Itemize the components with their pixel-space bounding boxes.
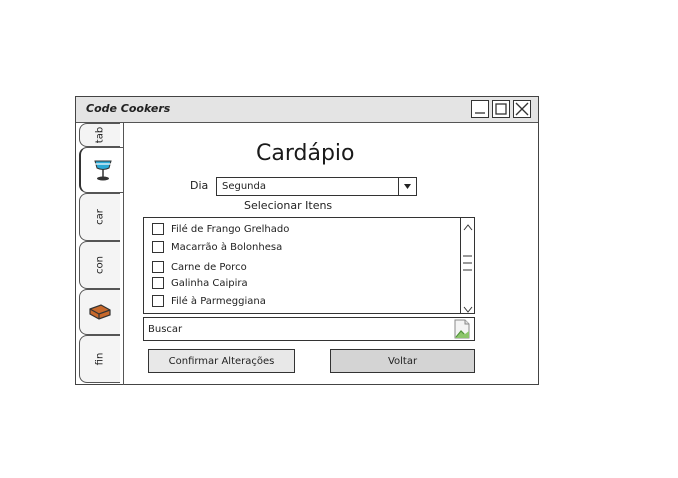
tab-label-car: car [94,209,106,225]
maximize-icon [495,103,507,115]
items-list: Filé de Frango Grelhado Macarrão à Bolon… [143,217,475,314]
tab-car[interactable]: car [79,193,120,241]
item-checkbox[interactable] [152,223,164,235]
chevron-down-icon [404,184,411,189]
day-select-value: Segunda [222,181,266,192]
tab-brick[interactable] [79,289,120,335]
page-title: Cardápio [256,141,355,166]
list-item[interactable]: Macarrão à Bolonhesa [152,240,282,254]
item-checkbox[interactable] [152,277,164,289]
list-item-label: Filé à Parmeggiana [171,295,266,307]
tab-label-fin: fin [94,352,106,366]
close-button[interactable] [513,100,531,118]
list-item-label: Carne de Porco [171,261,247,273]
search-box [143,317,475,341]
chevron-down-icon [463,306,473,313]
list-item-label: Macarrão à Bolonhesa [171,241,283,253]
day-select[interactable]: Segunda [216,177,417,196]
tab-tab[interactable]: tab [79,123,120,147]
title-bar: Code Cookers [76,97,538,123]
day-label: Dia [190,179,209,192]
list-item[interactable]: Carne de Porco [152,260,247,274]
tab-label-tab: tab [94,126,106,144]
maximize-button[interactable] [492,100,510,118]
item-checkbox[interactable] [152,261,164,273]
tab-label-con: con [94,256,106,274]
minimize-icon [475,112,485,114]
brick-icon [89,304,111,320]
list-item-label: Filé de Frango Grelhado [171,223,290,235]
list-scrollbar[interactable] [460,218,474,313]
item-checkbox[interactable] [152,295,164,307]
dropdown-button[interactable] [398,178,416,195]
scroll-down-button[interactable] [462,300,474,313]
chevron-up-icon [463,224,473,231]
list-item[interactable]: Filé de Frango Grelhado [152,222,289,236]
vertical-tab-bar: tab car con fin [76,123,124,385]
drink-icon [93,160,112,181]
select-items-label: Selecionar Itens [244,199,333,212]
image-icon[interactable] [452,319,472,339]
content-divider [123,123,124,385]
tab-con[interactable]: con [79,241,120,289]
scroll-grip-icon [463,255,472,271]
list-item-label: Galinha Caipira [171,277,248,289]
list-item[interactable]: Galinha Caipira [152,276,248,290]
confirm-changes-button[interactable]: Confirmar Alterações [148,349,295,373]
minimize-button[interactable] [471,100,489,118]
list-item[interactable]: Filé à Parmeggiana [152,294,266,308]
tab-drinks[interactable] [79,147,124,193]
window-title: Code Cookers [86,102,171,115]
search-input[interactable] [144,318,452,340]
scroll-thumb[interactable] [462,252,473,274]
item-checkbox[interactable] [152,241,164,253]
close-icon [515,102,529,116]
app-window: Code Cookers tab car con fin Cardápio Di… [75,96,539,385]
back-button[interactable]: Voltar [330,349,475,373]
scroll-up-button[interactable] [462,219,474,231]
tab-fin[interactable]: fin [79,335,120,383]
